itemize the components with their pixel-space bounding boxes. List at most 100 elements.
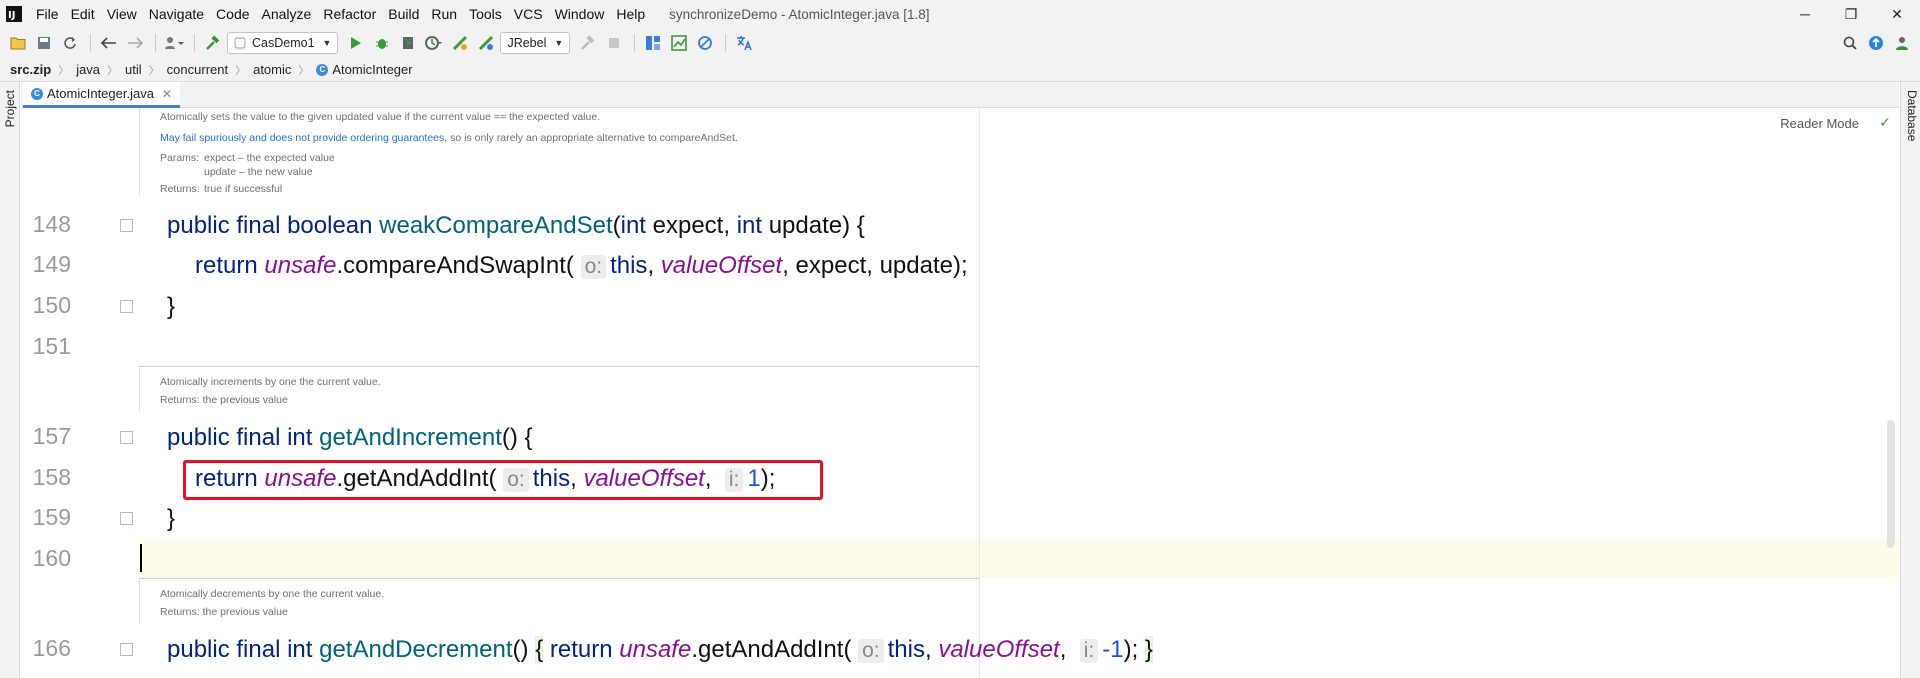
menu-run[interactable]: Run [425, 0, 463, 28]
title-bar: IJ File Edit View Navigate Code Analyze … [0, 0, 1920, 28]
doc-separator [139, 366, 979, 367]
menu-code[interactable]: Code [210, 0, 255, 28]
breadcrumb-util[interactable]: util [125, 62, 142, 77]
hammer-disabled-icon[interactable] [576, 31, 600, 55]
profile-icon[interactable] [422, 31, 446, 55]
code-line-166: public final int getAndDecrement() { ret… [167, 636, 1153, 663]
fold-marker-icon[interactable] [120, 643, 133, 656]
run-icon[interactable] [344, 31, 368, 55]
doc-comment-bar [139, 368, 140, 412]
doc-text: May fail spuriously and does not provide… [160, 132, 738, 144]
breadcrumb-atomicinteger[interactable]: AtomicInteger [332, 62, 412, 77]
avatar-icon[interactable] [1890, 31, 1914, 55]
jrebel-label: JRebel [507, 36, 547, 50]
toolbar-separator [194, 34, 195, 52]
main-toolbar: CasDemo1 ▼ JRebel ▼ [0, 28, 1920, 58]
close-window-button[interactable]: ✕ [1874, 0, 1920, 28]
doc-returns: true if successful [204, 183, 283, 195]
line-number: 151 [32, 333, 71, 359]
menu-build[interactable]: Build [382, 0, 425, 28]
doc-returns-label: Returns: [160, 183, 200, 195]
save-all-icon[interactable] [32, 31, 56, 55]
line-number: 158 [32, 464, 71, 490]
line-number: 166 [32, 635, 71, 661]
menu-tools[interactable]: Tools [463, 0, 508, 28]
tab-atomicinteger-java[interactable]: C AtomicInteger.java ✕ [23, 82, 181, 108]
menu-view[interactable]: View [101, 0, 143, 28]
code-line-148: public final boolean weakCompareAndSet(i… [167, 212, 865, 239]
intellij-logo-icon: IJ [6, 6, 22, 22]
database-tool-window-button[interactable]: Database [1905, 90, 1919, 141]
menu-window[interactable]: Window [549, 0, 611, 28]
menu-navigate[interactable]: Navigate [143, 0, 210, 28]
fold-marker-icon[interactable] [120, 219, 133, 232]
breadcrumb-concurrent[interactable]: concurrent [167, 62, 228, 77]
vertical-scrollbar-thumb[interactable] [1887, 420, 1895, 548]
toolbar-right [1838, 31, 1916, 55]
user-icon[interactable] [162, 31, 186, 55]
run-configuration-label: CasDemo1 [252, 36, 315, 50]
chart-icon[interactable] [667, 31, 691, 55]
back-arrow-icon[interactable] [97, 31, 121, 55]
code-line-150: } [167, 293, 176, 320]
breadcrumb-separator-icon: 〉 [58, 64, 70, 77]
breadcrumb: src.zip 〉 java 〉 util 〉 concurrent 〉 ato… [0, 58, 1920, 82]
stop-icon[interactable] [602, 31, 626, 55]
synchronize-icon[interactable] [58, 31, 82, 55]
project-structure-icon[interactable] [641, 31, 665, 55]
doc-returns: Returns: the previous value [160, 606, 288, 618]
code-line-149: return unsafe.compareAndSwapInt( o: this,… [195, 252, 968, 279]
menu-vcs[interactable]: VCS [508, 0, 549, 28]
menu-file[interactable]: File [30, 0, 65, 28]
chevron-down-icon: ▼ [322, 38, 332, 48]
doc-separator [139, 578, 979, 579]
jrebel-select[interactable]: JRebel ▼ [500, 32, 571, 54]
tab-label: AtomicInteger.java [47, 86, 154, 101]
update-icon[interactable] [1864, 31, 1888, 55]
line-number: 157 [32, 423, 71, 449]
reader-mode-button[interactable]: Reader Mode [1780, 116, 1859, 131]
search-icon[interactable] [1838, 31, 1862, 55]
inspection-ok-icon[interactable]: ✓ [1879, 114, 1891, 131]
breadcrumb-atomic[interactable]: atomic [253, 62, 291, 77]
jrebel-run-icon[interactable] [448, 31, 472, 55]
left-tool-strip: Project [0, 82, 20, 678]
restore-button[interactable]: ❐ [1828, 0, 1874, 28]
fold-marker-icon[interactable] [120, 512, 133, 525]
breadcrumb-java[interactable]: java [76, 62, 100, 77]
doc-text: Atomically sets the value to the given u… [160, 111, 601, 123]
jrebel-debug-icon[interactable] [474, 31, 498, 55]
doc-link[interactable]: May fail spuriously and does not provide… [160, 132, 444, 144]
debug-icon[interactable] [370, 31, 394, 55]
close-tab-icon[interactable]: ✕ [162, 87, 172, 101]
project-tool-window-button[interactable]: Project [3, 90, 17, 127]
menu-refactor[interactable]: Refactor [317, 0, 382, 28]
menu-help[interactable]: Help [610, 0, 651, 28]
forward-arrow-icon[interactable] [123, 31, 147, 55]
window-controls: ─ ❐ ✕ [1782, 0, 1920, 28]
fold-marker-icon[interactable] [120, 300, 133, 313]
editor-tab-bar: C AtomicInteger.java ✕ [21, 82, 1899, 108]
minimize-button[interactable]: ─ [1782, 0, 1828, 28]
doc-text: Atomically decrements by one the current… [160, 588, 385, 600]
toolbar-separator [634, 34, 636, 52]
translate-icon[interactable] [732, 31, 756, 55]
line-number: 150 [32, 292, 71, 318]
breadcrumb-src-zip[interactable]: src.zip [10, 62, 51, 77]
disable-icon[interactable] [693, 31, 717, 55]
code-line-157: public final int getAndIncrement() { [167, 424, 533, 451]
editor-gutter [21, 108, 138, 678]
right-tool-strip: Database [1900, 82, 1920, 678]
fold-marker-icon[interactable] [120, 431, 133, 444]
build-hammer-icon[interactable] [201, 31, 225, 55]
chevron-down-icon: ▼ [554, 38, 564, 48]
code-editor[interactable]: Reader Mode ✓ Atomically sets the value … [21, 108, 1899, 678]
run-configuration-select[interactable]: CasDemo1 ▼ [227, 32, 339, 54]
menu-edit[interactable]: Edit [65, 0, 101, 28]
open-folder-icon[interactable] [6, 31, 30, 55]
menu-analyze[interactable]: Analyze [256, 0, 318, 28]
toolbar-separator [155, 34, 156, 52]
breadcrumb-separator-icon: 〉 [148, 64, 160, 77]
run-with-coverage-icon[interactable] [396, 31, 420, 55]
line-number: 149 [32, 251, 71, 277]
